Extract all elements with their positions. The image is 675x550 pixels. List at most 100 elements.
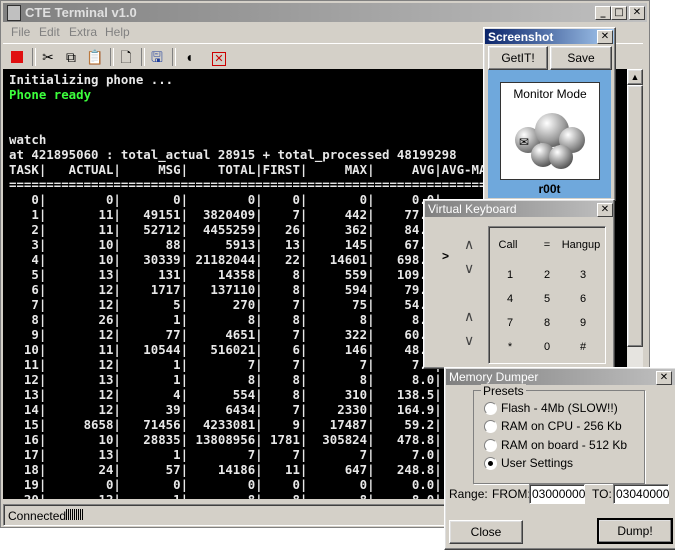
close-button[interactable]: ✕ <box>629 6 645 20</box>
preset-radio-ram-cpu[interactable] <box>484 420 497 433</box>
up-arrow-icon[interactable]: ∧ <box>464 236 474 253</box>
dump-button[interactable]: Dump! <box>597 518 673 544</box>
key-2[interactable]: 2 <box>532 269 562 281</box>
key-hash[interactable]: # <box>568 341 598 353</box>
getit-button[interactable]: GetIT! <box>488 46 548 70</box>
to-address-input[interactable]: 03040000 <box>613 484 669 504</box>
speaker-icon[interactable]: ◖ <box>179 47 199 67</box>
key-8[interactable]: 8 <box>532 317 562 329</box>
down-arrow-icon[interactable]: ∨ <box>464 260 474 277</box>
menu-file[interactable]: File <box>11 25 30 39</box>
terminal-line: 15| 8658| 71456| 4233081| 9| 17487| 59.2… <box>9 417 442 432</box>
cut-icon[interactable]: ✂ <box>38 47 58 67</box>
preset-radio-user-settings[interactable] <box>484 457 497 470</box>
keypad: Call = Hangup 1 2 3 4 5 6 7 8 9 * 0 # <box>488 226 606 364</box>
terminal-line: 10| 11| 10544| 516021| 6| 146| 48.9| <box>9 342 442 357</box>
phone-screen: Monitor Mode ✉ <box>500 82 600 180</box>
save-icon[interactable]: 🖫 <box>147 47 167 67</box>
presets-legend: Presets <box>481 384 526 398</box>
terminal-line: 17| 13| 1| 7| 7| 7| 7.0| <box>9 447 442 462</box>
close-button[interactable]: Close <box>449 520 523 544</box>
save-button[interactable]: Save <box>550 46 612 70</box>
memory-dumper-panel: Memory Dumper ✕ Flash - 4Mb (SLOW!!) RAM… <box>444 367 675 550</box>
scroll-up-button[interactable]: ▲ <box>627 69 643 85</box>
virtual-keyboard-close-button[interactable]: ✕ <box>597 203 613 217</box>
from-address-input[interactable]: 03000000 <box>529 484 585 504</box>
screenshot-close-button[interactable]: ✕ <box>597 30 613 44</box>
key-0[interactable]: 0 <box>532 341 562 353</box>
terminal-line: 6| 12| 1717| 137110| 8| 594| 79.8| <box>9 282 442 297</box>
scroll-thumb[interactable] <box>627 85 643 347</box>
terminal-line: 2| 11| 52712| 4455259| 26| 362| 84.5| <box>9 222 442 237</box>
toolbar-separator <box>141 48 145 66</box>
screenshot-panel: Screenshot ✕ GetIT! Save Monitor Mode ✉ … <box>483 27 616 201</box>
hangup-key[interactable]: Hangup <box>561 239 601 251</box>
terminal-line: watch <box>9 132 47 147</box>
toolbar-separator <box>110 48 114 66</box>
preset-label-flash: Flash - 4Mb (SLOW!!) <box>501 401 618 415</box>
memory-dumper-titlebar[interactable]: Memory Dumper ✕ <box>446 369 675 385</box>
menu-help[interactable]: Help <box>105 25 130 39</box>
spheres-image: ✉ <box>515 107 585 169</box>
terminal-line: 16| 10| 28835| 13808956| 1781| 305824| 4… <box>9 432 442 447</box>
terminal-line: ========================================… <box>9 177 524 192</box>
key-1[interactable]: 1 <box>495 269 525 281</box>
terminal-line: 19| 0| 0| 0| 0| 0| 0.0| <box>9 477 442 492</box>
terminal-line: 4| 10| 30339| 21182044| 22| 14601| 698.1… <box>9 252 442 267</box>
maximize-button[interactable]: □ <box>611 6 627 20</box>
virtual-keyboard-panel: Virtual Keyboard ✕ > ∧ ∨ ∧ ∨ Call = Hang… <box>423 199 615 369</box>
pointer-marker: > <box>442 249 450 263</box>
phone-caption: r00t <box>538 182 561 196</box>
key-3[interactable]: 3 <box>568 269 598 281</box>
preset-label-ram-cpu: RAM on CPU - 256 Kb <box>501 419 622 433</box>
screenshot-title: Screenshot <box>488 30 554 44</box>
down-arrow-icon[interactable]: ∨ <box>464 332 474 349</box>
terminal-line: 12| 13| 1| 8| 8| 8| 8.0| <box>9 372 442 387</box>
range-label: Range: <box>449 487 488 501</box>
envelope-icon: ✉ <box>519 135 530 149</box>
paste-icon[interactable]: 📋 <box>85 47 105 67</box>
copy-icon[interactable]: ⧉ <box>61 47 81 67</box>
key-6[interactable]: 6 <box>568 293 598 305</box>
toolbar-separator <box>32 48 36 66</box>
terminal-line: 14| 12| 39| 6434| 7| 2330| 164.9| <box>9 402 442 417</box>
call-key[interactable]: Call <box>493 239 523 251</box>
phone-screen-title: Monitor Mode <box>513 87 587 101</box>
up-arrow-icon[interactable]: ∧ <box>464 308 474 325</box>
preset-label-user-settings: User Settings <box>501 456 574 470</box>
terminal-line: 0| 0| 0| 0| 0| 0| 0.0| <box>9 192 442 207</box>
to-label: TO: <box>592 487 612 501</box>
memory-dumper-title: Memory Dumper <box>449 370 539 384</box>
new-document-icon[interactable]: 🗋 <box>116 47 136 67</box>
main-titlebar[interactable]: CTE Terminal v1.0 _ □ ✕ <box>3 3 647 22</box>
menu-edit[interactable]: Edit <box>39 25 60 39</box>
stop-icon[interactable] <box>7 47 27 67</box>
exit-icon[interactable]: ✕ <box>209 47 229 67</box>
terminal-line: at 421895060 : total_actual 28915 + tota… <box>9 147 457 162</box>
toolbar-separator <box>172 48 176 66</box>
preset-radio-ram-board[interactable] <box>484 439 497 452</box>
memory-dumper-close-button[interactable]: ✕ <box>656 371 672 385</box>
terminal-line: 20| 12| 1| 8| 8| 8| 8.0| <box>9 492 442 499</box>
key-4[interactable]: 4 <box>495 293 525 305</box>
terminal-line: 5| 13| 131| 14358| 8| 559| 109.6| <box>9 267 442 282</box>
terminal-line: 18| 24| 57| 14186| 11| 647| 248.8| <box>9 462 442 477</box>
key-5[interactable]: 5 <box>532 293 562 305</box>
presets-group: Flash - 4Mb (SLOW!!) RAM on CPU - 256 Kb… <box>473 390 645 484</box>
equals-key[interactable]: = <box>532 239 562 251</box>
key-star[interactable]: * <box>495 341 525 353</box>
key-7[interactable]: 7 <box>495 317 525 329</box>
screenshot-titlebar[interactable]: Screenshot ✕ <box>485 29 614 44</box>
connection-status: Connected <box>8 509 67 523</box>
terminal-line: Initializing phone ... <box>9 72 174 87</box>
terminal-line: Phone ready <box>9 87 92 102</box>
minimize-button[interactable]: _ <box>595 6 611 20</box>
terminal-line: 9| 12| 77| 4651| 7| 322| 60.4| <box>9 327 442 342</box>
menu-extra[interactable]: Extra <box>69 25 97 39</box>
terminal-line: 11| 12| 1| 7| 7| 7| 7.0| <box>9 357 442 372</box>
key-9[interactable]: 9 <box>568 317 598 329</box>
preset-radio-flash[interactable] <box>484 402 497 415</box>
terminal-line: TASK| ACTUAL| MSG| TOTAL|FIRST| MAX| AVG… <box>9 162 494 177</box>
preset-label-ram-board: RAM on board - 512 Kb <box>501 438 628 452</box>
virtual-keyboard-titlebar[interactable]: Virtual Keyboard ✕ <box>425 201 613 217</box>
